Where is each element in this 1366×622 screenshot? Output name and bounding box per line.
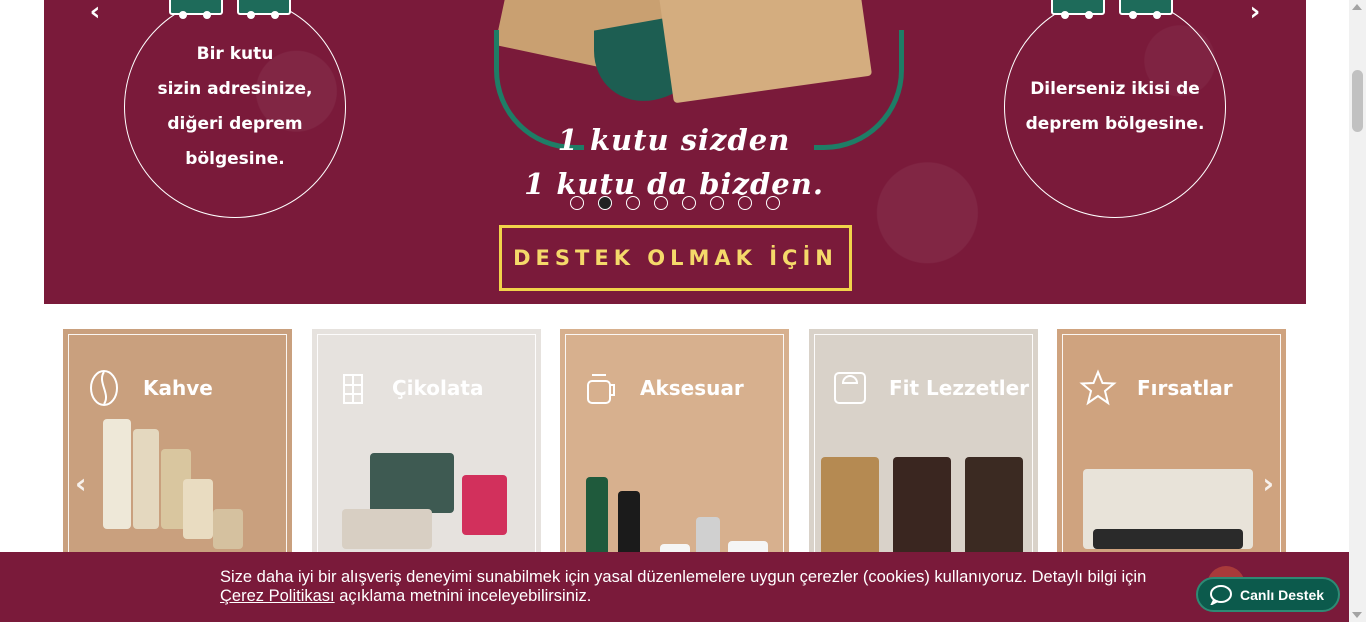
scroll-thumb[interactable] — [1352, 70, 1363, 132]
card-label: Fırsatlar — [1137, 376, 1233, 400]
product-image — [618, 491, 640, 557]
chat-bubble-icon — [1209, 584, 1232, 606]
right-info-circle: Dilerseniz ikisi de deprem bölgesine. — [1004, 0, 1226, 218]
category-card-cikolata[interactable]: Çikolata — [312, 329, 541, 569]
card-next-arrow[interactable]: › — [1262, 467, 1274, 500]
cookie-text-after: açıklama metnini inceleyebilirsiniz. — [334, 587, 592, 605]
cookie-policy-link[interactable]: Çerez Politikası — [220, 587, 335, 605]
slider-dot-4[interactable] — [654, 196, 668, 210]
card-label: Aksesuar — [640, 376, 744, 400]
hero-slogan: 1 kutu sizden 1 kutu da bizden. — [444, 118, 904, 206]
basket-image — [1093, 529, 1243, 549]
support-cta-button[interactable]: DESTEK OLMAK İÇİN — [499, 225, 852, 291]
slider-dot-8[interactable] — [766, 196, 780, 210]
card-header: Fit Lezzetler — [831, 369, 1029, 407]
card-prev-arrow[interactable]: ‹ — [75, 467, 87, 500]
card-label: Çikolata — [392, 376, 484, 400]
slider-pagination — [570, 196, 780, 210]
category-card-aksesuar[interactable]: Aksesuar — [560, 329, 789, 569]
live-support-button[interactable]: Canlı Destek — [1196, 577, 1340, 612]
product-image — [103, 419, 131, 529]
left-circle-text: Bir kutu sizin adresinize, diğeri deprem… — [157, 44, 313, 169]
category-card-firsatlar[interactable]: Fırsatlar › — [1057, 329, 1286, 569]
star-icon — [1079, 369, 1117, 407]
slider-dot-3[interactable] — [626, 196, 640, 210]
product-image — [821, 457, 879, 557]
page: ‹ › Bir kutu sizin adresinize, diğeri de… — [0, 0, 1366, 622]
product-image — [965, 457, 1023, 557]
product-image — [133, 429, 159, 529]
product-image — [370, 453, 454, 513]
truck-icon — [237, 0, 291, 19]
cookie-text-before: Size daha iyi bir alışveriş deneyimi sun… — [220, 568, 1147, 586]
card-label: Kahve — [143, 376, 213, 400]
product-image — [462, 475, 507, 535]
product-image — [893, 457, 951, 557]
cookie-banner: Size daha iyi bir alışveriş deneyimi sun… — [0, 552, 1366, 622]
slider-next-arrow[interactable]: › — [1240, 0, 1270, 28]
jar-mug-icon — [582, 369, 620, 407]
category-card-kahve[interactable]: Kahve ‹ — [63, 329, 292, 569]
slider-dot-5[interactable] — [682, 196, 696, 210]
truck-icon — [1051, 0, 1105, 19]
hero-slider: ‹ › Bir kutu sizin adresinize, diğeri de… — [44, 0, 1306, 304]
slider-dot-7[interactable] — [738, 196, 752, 210]
truck-icons-left — [169, 0, 291, 19]
live-support-label: Canlı Destek — [1240, 586, 1325, 603]
card-header: Fırsatlar — [1079, 369, 1233, 407]
page-scrollbar[interactable] — [1349, 0, 1366, 622]
scroll-up-arrow-icon[interactable] — [1352, 4, 1362, 10]
scroll-down-arrow-icon[interactable] — [1352, 612, 1362, 618]
scale-icon — [831, 369, 869, 407]
product-image — [183, 479, 213, 539]
right-circle-text: Dilerseniz ikisi de deprem bölgesine. — [1025, 79, 1205, 134]
card-header: Çikolata — [334, 369, 483, 407]
truck-icons-right — [1051, 0, 1173, 19]
slogan-line-1: 1 kutu sizden — [557, 123, 791, 157]
card-label: Fit Lezzetler — [889, 376, 1030, 400]
card-header: Kahve — [85, 369, 213, 407]
left-info-circle: Bir kutu sizin adresinize, diğeri deprem… — [124, 0, 346, 218]
truck-icon — [1119, 0, 1173, 19]
slider-dot-1[interactable] — [570, 196, 584, 210]
truck-icon — [169, 0, 223, 19]
coffee-bean-icon — [85, 369, 123, 407]
product-image — [696, 517, 720, 557]
cookie-text: Size daha iyi bir alışveriş deneyimi sun… — [220, 568, 1190, 606]
card-header: Aksesuar — [582, 369, 744, 407]
product-image — [213, 509, 243, 549]
slider-dot-6[interactable] — [710, 196, 724, 210]
chocolate-bar-icon — [334, 369, 372, 407]
category-card-fit-lezzetler[interactable]: Fit Lezzetler — [809, 329, 1038, 569]
product-image — [586, 477, 608, 557]
slider-dot-2[interactable] — [598, 196, 612, 210]
product-image — [342, 509, 432, 549]
slider-prev-arrow[interactable]: ‹ — [80, 0, 110, 28]
